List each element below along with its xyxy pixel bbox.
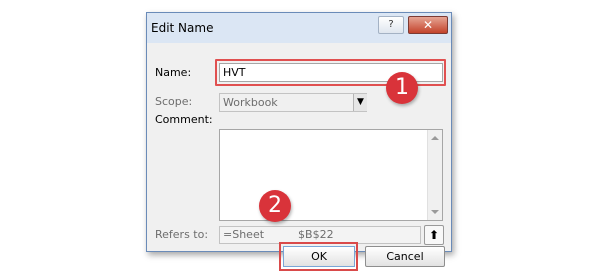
collapse-dialog-button[interactable]: ⬆ <box>424 225 444 245</box>
upload-arrow-icon: ⬆ <box>428 228 440 242</box>
step-marker-2: 2 <box>259 190 291 222</box>
help-button[interactable]: ? <box>378 16 404 34</box>
refers-to-value: =Sheet <box>223 228 265 241</box>
cancel-button[interactable]: Cancel <box>365 246 445 267</box>
comment-field[interactable] <box>219 129 443 221</box>
dialog-title: Edit Name <box>151 21 214 35</box>
edit-name-dialog: Edit Name ? ✕ Name: HVT Scope: Workbook … <box>146 12 452 271</box>
refers-to-tail: $B$22 <box>298 228 334 241</box>
help-icon: ? <box>388 19 394 30</box>
ok-highlight-frame <box>279 242 358 271</box>
step-marker-1: 1 <box>386 72 418 104</box>
scope-dropdown-arrow[interactable]: ▼ <box>353 94 367 111</box>
name-label: Name: <box>155 66 192 79</box>
scroll-up-icon[interactable] <box>431 136 439 140</box>
chevron-down-icon: ▼ <box>357 97 364 107</box>
scroll-down-icon[interactable] <box>431 210 439 214</box>
dialog-titlebar: Edit Name ? ✕ <box>147 13 451 43</box>
scope-label: Scope: <box>155 95 193 108</box>
comment-label: Comment: <box>155 113 213 126</box>
scope-dropdown[interactable]: Workbook <box>219 93 367 112</box>
comment-scrollbar[interactable] <box>427 130 442 220</box>
close-button[interactable]: ✕ <box>408 16 448 34</box>
close-icon: ✕ <box>422 18 434 32</box>
refers-to-label: Refers to: <box>155 228 209 241</box>
